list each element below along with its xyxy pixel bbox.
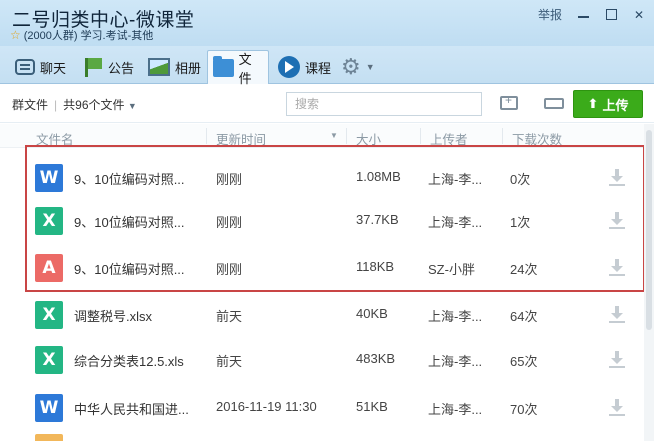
folder-file-icon bbox=[35, 434, 63, 441]
group-files-label[interactable]: 群文件 bbox=[12, 96, 48, 113]
divider bbox=[346, 128, 347, 144]
tab-chat[interactable]: 聊天 bbox=[10, 51, 71, 83]
folder-icon bbox=[213, 55, 234, 77]
file-count: 共96个文件 bbox=[63, 98, 125, 112]
tab-label: 聊天 bbox=[40, 60, 67, 76]
chat-icon bbox=[15, 59, 35, 75]
file-downloads: 64次 bbox=[510, 309, 538, 324]
file-time: 2016-11-19 11:30 bbox=[216, 399, 317, 414]
excel-file-icon: X bbox=[35, 301, 63, 329]
file-downloads: 70次 bbox=[510, 402, 538, 417]
settings-menu[interactable]: ⚙ ▼ bbox=[336, 51, 380, 83]
divider bbox=[206, 128, 207, 144]
tab-label: 文件 bbox=[238, 51, 252, 86]
tab-album[interactable]: 相册 bbox=[143, 51, 206, 83]
file-name[interactable]: 中华人民共和国进... bbox=[74, 399, 202, 418]
file-size: 51KB bbox=[356, 399, 388, 414]
breadcrumb: 群文件 | 共96个文件 ▼ bbox=[12, 96, 137, 113]
maximize-button[interactable] bbox=[604, 8, 618, 22]
file-name[interactable]: 调整税号.xlsx bbox=[74, 306, 204, 325]
minimize-icon bbox=[577, 15, 589, 18]
word-file-icon: W bbox=[35, 394, 63, 422]
highlight-box bbox=[25, 145, 645, 292]
report-link[interactable]: 举报 bbox=[538, 6, 562, 23]
tab-label: 相册 bbox=[175, 60, 202, 76]
search-input[interactable] bbox=[286, 92, 482, 116]
tab-course[interactable]: 课程 bbox=[273, 51, 336, 83]
member-count: (2000人群) bbox=[23, 30, 78, 42]
download-icon-base bbox=[609, 321, 625, 323]
file-size: 483KB bbox=[356, 351, 396, 366]
window-controls: 举报 ✕ bbox=[538, 6, 646, 23]
minimize-button[interactable] bbox=[576, 8, 590, 22]
tab-bar: 聊天 公告 相册 文件 课程 ⚙ ▼ bbox=[0, 46, 654, 86]
photo-icon bbox=[148, 58, 170, 76]
excel-file-icon: X bbox=[35, 346, 63, 374]
close-icon: ✕ bbox=[633, 7, 645, 22]
tab-label: 课程 bbox=[305, 60, 332, 76]
divider bbox=[420, 128, 421, 144]
tab-files[interactable]: 文件 bbox=[207, 50, 269, 86]
scrollbar-thumb[interactable] bbox=[646, 130, 652, 330]
divider: | bbox=[54, 97, 58, 112]
upload-label: 上传 bbox=[602, 97, 629, 113]
maximize-icon bbox=[605, 9, 617, 20]
gear-icon: ⚙ bbox=[341, 54, 361, 79]
file-downloads: 65次 bbox=[510, 354, 538, 369]
group-category: 学习.考试-其他 bbox=[80, 30, 154, 42]
sort-down-icon: ▼ bbox=[330, 131, 338, 140]
close-button[interactable]: ✕ bbox=[632, 8, 646, 22]
table-row[interactable]: X 综合分类表12.5.xls 前天 483KB 上海-李... 65次 bbox=[0, 335, 640, 385]
new-folder-icon[interactable] bbox=[500, 93, 518, 110]
file-name[interactable]: 综合分类表12.5.xls bbox=[74, 351, 204, 370]
download-icon-base bbox=[609, 414, 625, 416]
group-subtitle: ☆ (2000人群) 学习.考试-其他 bbox=[10, 27, 153, 43]
file-uploader: 上海-李... bbox=[428, 354, 483, 369]
files-toolbar: 群文件 | 共96个文件 ▼ ⬆ 上传 bbox=[0, 85, 654, 123]
star-icon: ☆ bbox=[10, 28, 21, 42]
chevron-down-icon: ▼ bbox=[127, 101, 137, 111]
download-icon-base bbox=[609, 366, 625, 368]
file-time: 前天 bbox=[216, 354, 243, 369]
file-count-dropdown[interactable]: 共96个文件 ▼ bbox=[63, 96, 137, 113]
upload-button[interactable]: ⬆ 上传 bbox=[573, 90, 643, 118]
table-row[interactable]: X 调整税号.xlsx 前天 40KB 上海-李... 64次 bbox=[0, 290, 640, 340]
course-play-icon bbox=[278, 56, 300, 78]
flag-icon bbox=[83, 57, 103, 77]
table-row[interactable]: W 中华人民共和国进... 2016-11-19 11:30 51KB 上海-李… bbox=[0, 383, 640, 433]
upload-arrow-icon: ⬆ bbox=[587, 96, 599, 111]
file-size: 40KB bbox=[356, 306, 388, 321]
divider bbox=[502, 128, 503, 144]
chevron-down-icon: ▼ bbox=[365, 62, 375, 72]
file-time: 前天 bbox=[216, 309, 243, 324]
tab-announcement[interactable]: 公告 bbox=[78, 51, 139, 83]
tab-label: 公告 bbox=[108, 60, 135, 76]
drive-icon[interactable] bbox=[544, 98, 564, 109]
file-uploader: 上海-李... bbox=[428, 309, 483, 324]
title-bar: 二号归类中心-微课堂 ☆ (2000人群) 学习.考试-其他 举报 ✕ bbox=[0, 0, 654, 46]
file-uploader: 上海-李... bbox=[428, 402, 483, 417]
